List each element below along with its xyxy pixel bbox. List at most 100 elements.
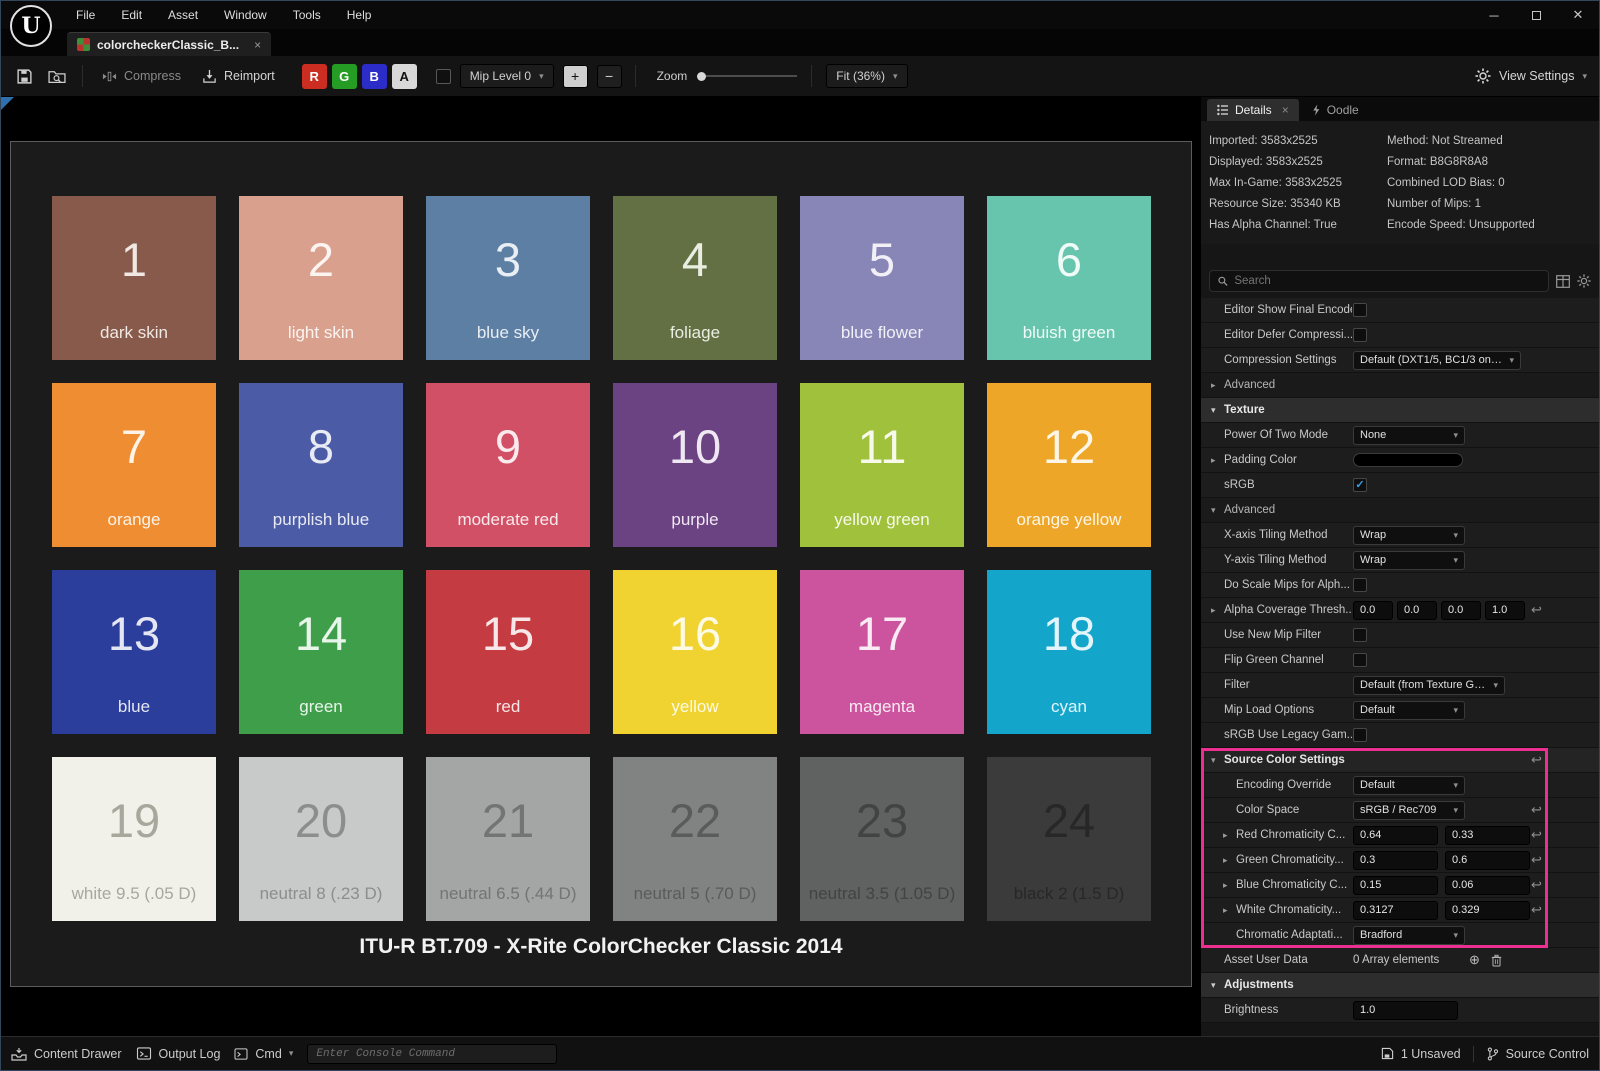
revert-icon[interactable]: ↩: [1531, 802, 1542, 818]
do-scale-mips-checkbox[interactable]: [1353, 578, 1367, 592]
x-axis-tiling-dropdown[interactable]: Wrap▾: [1353, 526, 1465, 545]
property-label: Do Scale Mips for Alph...: [1224, 579, 1350, 591]
revert-icon[interactable]: ↩: [1531, 602, 1542, 618]
filter-dropdown[interactable]: Default (from Texture Group)▾: [1353, 676, 1505, 695]
fit-zoom-dropdown[interactable]: Fit (36%) ▾: [826, 64, 907, 88]
editor-defer-compression-checkbox[interactable]: [1353, 328, 1367, 342]
row-y-axis-tiling: Y-axis Tiling Method Wrap▾: [1201, 548, 1599, 573]
patch-number: 12: [987, 383, 1151, 510]
view-settings-button[interactable]: View Settings ▾: [1475, 68, 1587, 84]
column-view-icon[interactable]: [1556, 275, 1570, 288]
menu-tools[interactable]: Tools: [280, 8, 334, 22]
tab-oodle[interactable]: Oodle: [1301, 99, 1369, 121]
brightness-field[interactable]: 1.0: [1353, 1001, 1458, 1020]
close-button[interactable]: ✕: [1557, 1, 1599, 29]
white-chromaticity-y-field[interactable]: 0.329: [1445, 901, 1530, 920]
red-chromaticity-x-field[interactable]: 0.64: [1353, 826, 1438, 845]
section-texture[interactable]: ▾ Texture: [1201, 398, 1599, 423]
color-space-dropdown[interactable]: sRGB / Rec709▾: [1353, 801, 1465, 820]
red-chromaticity-y-field[interactable]: 0.33: [1445, 826, 1530, 845]
blue-chromaticity-x-field[interactable]: 0.15: [1353, 876, 1438, 895]
compress-button[interactable]: Compress: [96, 65, 187, 88]
zoom-slider-thumb[interactable]: [697, 72, 706, 81]
editor-show-final-encode-checkbox[interactable]: [1353, 303, 1367, 317]
add-array-element-icon[interactable]: ⊕: [1469, 952, 1480, 968]
menu-edit[interactable]: Edit: [108, 8, 155, 22]
menu-items: File Edit Asset Window Tools Help: [63, 8, 384, 22]
triangle-right-icon: ▸: [1223, 880, 1236, 891]
tab-details[interactable]: Details ×: [1207, 99, 1299, 121]
save-button[interactable]: [13, 65, 36, 88]
compression-settings-dropdown[interactable]: Default (DXT1/5, BC1/3 on DX▾: [1353, 351, 1521, 370]
menu-window[interactable]: Window: [211, 8, 280, 22]
red-channel-toggle[interactable]: R: [302, 64, 327, 89]
mip-load-options-dropdown[interactable]: Default▾: [1353, 701, 1465, 720]
srgb-use-legacy-gamma-checkbox[interactable]: [1353, 728, 1367, 742]
browse-to-asset-button[interactable]: [45, 65, 69, 87]
power-of-two-dropdown[interactable]: None▾: [1353, 426, 1465, 445]
alpha-coverage-field-1[interactable]: 0.0: [1397, 601, 1437, 620]
mip-plus-button[interactable]: +: [563, 65, 588, 88]
revert-icon[interactable]: ↩: [1531, 827, 1542, 843]
content-drawer-button[interactable]: Content Drawer: [11, 1047, 122, 1061]
patch-number: 4: [613, 196, 777, 323]
chromatic-adaptation-dropdown[interactable]: Bradford▾: [1353, 926, 1465, 945]
details-settings-gear-icon[interactable]: [1577, 274, 1591, 288]
alpha-coverage-field-3[interactable]: 1.0: [1485, 601, 1525, 620]
maximize-button[interactable]: [1515, 1, 1557, 29]
revert-icon[interactable]: ↩: [1531, 877, 1542, 893]
unsaved-assets-button[interactable]: 1 Unsaved: [1381, 1047, 1461, 1061]
details-tab-close-icon[interactable]: ×: [1282, 103, 1289, 117]
cmd-dropdown[interactable]: Cmd ▾: [234, 1047, 293, 1061]
patch-number: 20: [239, 757, 403, 884]
menu-file[interactable]: File: [63, 8, 108, 22]
console-command-input[interactable]: [316, 1048, 548, 1060]
asset-tab-bar: colorcheckerClassic_B... ×: [1, 29, 1599, 56]
mip-level-checkbox[interactable]: [436, 69, 451, 84]
white-chromaticity-x-field[interactable]: 0.3127: [1353, 901, 1438, 920]
flip-green-channel-checkbox[interactable]: [1353, 653, 1367, 667]
mip-minus-button[interactable]: −: [597, 65, 622, 88]
category-advanced-expanded[interactable]: ▾ Advanced: [1201, 498, 1599, 523]
green-chromaticity-x-field[interactable]: 0.3: [1353, 851, 1438, 870]
revert-icon[interactable]: ↩: [1531, 752, 1542, 768]
alpha-coverage-field-2[interactable]: 0.0: [1441, 601, 1481, 620]
minimize-button[interactable]: ─: [1473, 1, 1515, 29]
zoom-slider[interactable]: [697, 72, 797, 81]
revert-icon[interactable]: ↩: [1531, 852, 1542, 868]
encoding-override-dropdown[interactable]: Default▾: [1353, 776, 1465, 795]
patch-label: orange yellow: [987, 510, 1151, 547]
tab-close-icon[interactable]: ×: [246, 38, 261, 52]
section-adjustments[interactable]: ▾ Adjustments: [1201, 973, 1599, 998]
blue-channel-toggle[interactable]: B: [362, 64, 387, 89]
search-box[interactable]: [1209, 270, 1549, 292]
source-control-button[interactable]: Source Control: [1486, 1047, 1589, 1061]
menu-help[interactable]: Help: [334, 8, 385, 22]
gear-icon: [1475, 68, 1491, 84]
unsaved-label: 1 Unsaved: [1401, 1047, 1461, 1061]
blue-chromaticity-y-field[interactable]: 0.06: [1445, 876, 1530, 895]
color-patch: 22neutral 5 (.70 D): [613, 757, 777, 921]
clear-array-trash-icon[interactable]: [1491, 954, 1502, 967]
section-source-color-settings[interactable]: ▾ Source Color Settings ↩: [1201, 748, 1599, 773]
use-new-mip-filter-checkbox[interactable]: [1353, 628, 1367, 642]
srgb-checkbox[interactable]: ✓: [1353, 478, 1367, 492]
category-advanced-collapsed[interactable]: ▸ Advanced: [1201, 373, 1599, 398]
menu-asset[interactable]: Asset: [155, 8, 211, 22]
alpha-coverage-field-0[interactable]: 0.0: [1353, 601, 1393, 620]
console-command-box[interactable]: [307, 1044, 557, 1064]
mip-level-dropdown[interactable]: Mip Level 0 ▾: [460, 64, 554, 88]
green-channel-toggle[interactable]: G: [332, 64, 357, 89]
alpha-channel-toggle[interactable]: A: [392, 64, 417, 89]
patch-label: orange: [52, 510, 216, 547]
revert-icon[interactable]: ↩: [1531, 902, 1542, 918]
texture-viewport[interactable]: 1dark skin2light skin3blue sky4foliage5b…: [1, 97, 1199, 1036]
search-input[interactable]: [1234, 275, 1541, 287]
green-chromaticity-y-field[interactable]: 0.6: [1445, 851, 1530, 870]
padding-color-swatch[interactable]: [1353, 453, 1463, 467]
y-axis-tiling-dropdown[interactable]: Wrap▾: [1353, 551, 1465, 570]
tab-colorchecker-asset[interactable]: colorcheckerClassic_B... ×: [67, 32, 271, 56]
output-log-button[interactable]: Output Log: [136, 1047, 221, 1061]
row-compression-settings: Compression Settings Default (DXT1/5, BC…: [1201, 348, 1599, 373]
reimport-button[interactable]: Reimport: [196, 65, 281, 88]
